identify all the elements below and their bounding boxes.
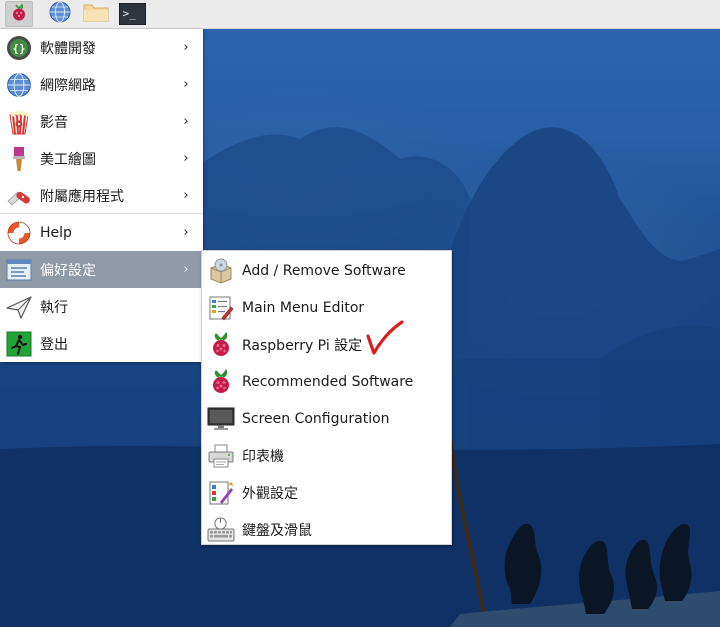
submenu-arrow-icon: › [183, 225, 189, 240]
menu-item-label: 影音 [40, 114, 68, 131]
folder-icon [82, 0, 110, 28]
menu-item-label: 軟體開發 [40, 40, 96, 57]
globe-icon [5, 71, 33, 99]
package-icon [207, 257, 235, 285]
submenu-item-screen-configuration[interactable]: Screen Configuration [202, 400, 451, 437]
globe-icon [48, 0, 72, 28]
submenu-item-label: 印表機 [242, 448, 284, 465]
submenu-arrow-icon: › [183, 151, 189, 166]
submenu-item-keyboard-mouse[interactable]: 鍵盤及滑鼠 [202, 511, 451, 548]
submenu-arrow-icon: › [183, 40, 189, 55]
menu-item-preferences[interactable]: 偏好設定 › [0, 251, 203, 288]
keyboard-mouse-icon [207, 516, 235, 544]
menu-item-help[interactable]: Help › [0, 214, 203, 251]
paper-plane-icon [5, 293, 33, 321]
svg-text:{}: {} [12, 42, 25, 55]
submenu-item-add-remove-software[interactable]: Add / Remove Software [202, 252, 451, 289]
programming-icon: {} [5, 34, 33, 62]
red-checkmark-annotation [366, 320, 404, 355]
submenu-item-label: 鍵盤及滑鼠 [242, 522, 312, 539]
preferences-submenu: Add / Remove Software Main Menu Editor R… [201, 250, 452, 545]
submenu-item-recommended-software[interactable]: Recommended Software [202, 363, 451, 400]
menu-item-accessories[interactable]: 附屬應用程式 › [0, 177, 203, 214]
menu-item-run[interactable]: 執行 [0, 288, 203, 325]
monitor-icon [207, 405, 235, 433]
menu-editor-icon [207, 294, 235, 322]
lifebuoy-icon [5, 219, 33, 247]
menu-item-label: Help [40, 224, 72, 241]
submenu-arrow-icon: › [183, 77, 189, 92]
preferences-icon [5, 256, 33, 284]
file-manager-button[interactable] [82, 1, 110, 27]
swiss-knife-icon [5, 182, 33, 210]
raspberry-icon [207, 368, 235, 396]
terminal-button[interactable]: >_ [118, 1, 146, 27]
raspberry-menu-button[interactable] [5, 1, 33, 27]
menu-item-label: 美工繪圖 [40, 151, 96, 168]
menu-item-label: 執行 [40, 299, 68, 316]
taskbar: >_ [0, 0, 720, 29]
raspberry-icon [207, 331, 235, 359]
menu-item-sound-video[interactable]: 影音 › [0, 103, 203, 140]
menu-item-programming[interactable]: {} 軟體開發 › [0, 29, 203, 66]
submenu-item-label: Raspberry Pi 設定 [242, 337, 363, 354]
submenu-item-raspberry-pi-config[interactable]: Raspberry Pi 設定 [202, 326, 451, 363]
main-menu: {} 軟體開發 › 網際網路 › 影音 › 美工繪圖 › 附屬應用程式 › He… [0, 29, 203, 362]
submenu-item-label: Screen Configuration [242, 410, 390, 427]
submenu-arrow-icon: › [183, 262, 189, 277]
paintbrush-icon [5, 145, 33, 173]
submenu-arrow-icon: › [183, 188, 189, 203]
menu-item-logout[interactable]: 登出 [0, 325, 203, 362]
appearance-icon [207, 479, 235, 507]
menu-item-label: 附屬應用程式 [40, 188, 124, 205]
submenu-item-appearance-settings[interactable]: 外觀設定 [202, 474, 451, 511]
popcorn-icon [5, 108, 33, 136]
terminal-icon: >_ [118, 3, 146, 25]
menu-item-graphics[interactable]: 美工繪圖 › [0, 140, 203, 177]
printer-icon [207, 442, 235, 470]
submenu-item-label: Add / Remove Software [242, 262, 406, 279]
exit-icon [5, 330, 33, 358]
submenu-item-main-menu-editor[interactable]: Main Menu Editor [202, 289, 451, 326]
submenu-arrow-icon: › [183, 114, 189, 129]
submenu-item-label: Main Menu Editor [242, 299, 365, 316]
menu-item-internet[interactable]: 網際網路 › [0, 66, 203, 103]
submenu-item-label: Recommended Software [242, 373, 414, 390]
submenu-item-printers[interactable]: 印表機 [202, 437, 451, 474]
web-browser-button[interactable] [46, 1, 74, 27]
submenu-item-label: 外觀設定 [242, 485, 298, 502]
menu-item-label: 登出 [40, 336, 68, 353]
menu-item-label: 網際網路 [40, 77, 96, 94]
raspberry-icon [9, 2, 29, 26]
menu-item-label: 偏好設定 [40, 262, 96, 279]
